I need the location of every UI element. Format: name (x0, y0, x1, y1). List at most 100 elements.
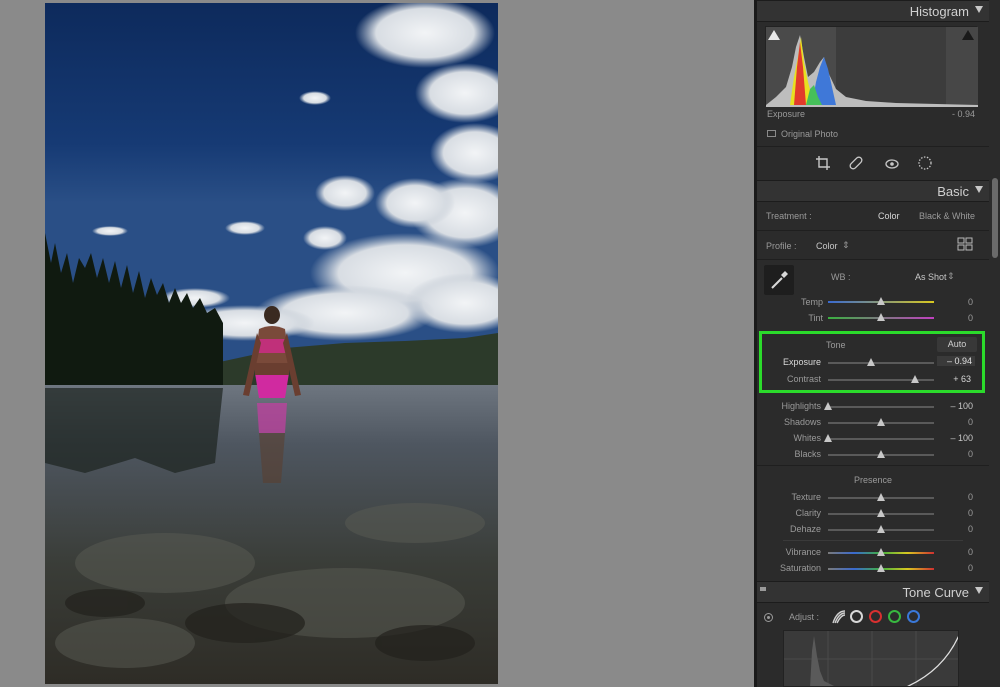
temp-value[interactable]: 0 (939, 297, 973, 307)
shadows-value[interactable]: 0 (939, 417, 973, 427)
contrast-slider-thumb[interactable] (910, 375, 919, 383)
lightroom-develop-window: Histogram Exposure - 0.94 Original Photo (0, 0, 1000, 687)
treatment-bw-option[interactable]: Black & White (919, 211, 975, 221)
section-divider (757, 465, 989, 466)
dehaze-value[interactable]: 0 (939, 524, 973, 534)
exposure-slider-thumb[interactable] (867, 358, 876, 366)
tint-slider-thumb[interactable] (877, 313, 885, 321)
saturation-value[interactable]: 0 (939, 563, 973, 573)
target-adjustment-icon[interactable] (764, 613, 773, 622)
tone-curve-graph[interactable] (783, 630, 959, 687)
shadows-slider-thumb[interactable] (877, 418, 885, 426)
collapse-triangle-icon[interactable] (975, 6, 983, 13)
whites-slider-track[interactable] (828, 438, 934, 440)
clarity-slider-thumb[interactable] (877, 509, 885, 517)
mask-icon[interactable] (917, 155, 933, 171)
presence-label: Presence (853, 475, 893, 485)
profile-label: Profile : (766, 241, 797, 251)
tool-strip (757, 150, 989, 178)
basic-title: Basic (937, 184, 969, 199)
exposure-label: Exposure (782, 357, 821, 367)
section-divider (757, 230, 989, 231)
highlight-clipping-triangle-icon[interactable] (962, 30, 974, 40)
exposure-slider-track[interactable] (828, 362, 934, 364)
blacks-slider-thumb[interactable] (877, 450, 885, 458)
wb-eyedropper-well[interactable] (764, 265, 794, 295)
tone-curve-title: Tone Curve (902, 585, 969, 600)
temp-label: Temp (800, 297, 823, 307)
histogram-readout-value: - 0.94 (951, 109, 975, 119)
crop-icon[interactable] (815, 155, 831, 171)
treatment-color-option[interactable]: Color (878, 211, 900, 221)
auto-button[interactable]: Auto (937, 337, 977, 352)
highlights-slider-thumb[interactable] (824, 402, 832, 410)
dehaze-label: Dehaze (789, 524, 821, 534)
contrast-value[interactable]: + 63 (937, 374, 971, 384)
section-divider (757, 259, 989, 260)
highlights-slider-track[interactable] (828, 406, 934, 408)
eyedropper-icon (771, 271, 788, 289)
wb-dropdown[interactable]: As Shot (915, 272, 947, 282)
vibrance-label: Vibrance (785, 547, 821, 557)
point-curve-red-icon[interactable] (869, 610, 882, 623)
histogram-header[interactable]: Histogram (757, 0, 989, 22)
point-curve-green-icon[interactable] (888, 610, 901, 623)
exposure-value[interactable]: – 0.94 (937, 356, 975, 366)
section-divider (757, 146, 989, 147)
parametric-curve-icon[interactable] (831, 609, 847, 625)
histogram-readout-label: Exposure (767, 109, 806, 119)
original-photo-checkbox[interactable] (767, 130, 776, 137)
clarity-value[interactable]: 0 (939, 508, 973, 518)
shadow-clipping-triangle-icon[interactable] (768, 30, 780, 40)
texture-slider-thumb[interactable] (877, 493, 885, 501)
shadows-label: Shadows (783, 417, 821, 427)
develop-right-panel: Histogram Exposure - 0.94 Original Photo (757, 0, 1000, 687)
histogram-plot (766, 27, 978, 107)
heal-icon[interactable] (848, 155, 864, 171)
texture-label: Texture (791, 492, 821, 502)
histogram-graph[interactable] (765, 26, 978, 107)
highlights-label: Highlights (781, 401, 821, 411)
tint-value[interactable]: 0 (939, 313, 973, 323)
point-curve-blue-icon[interactable] (907, 610, 920, 623)
blacks-label: Blacks (794, 449, 821, 459)
profile-browser-grid-icon[interactable] (957, 237, 973, 251)
whites-slider-thumb[interactable] (824, 434, 832, 442)
saturation-label: Saturation (779, 563, 821, 573)
clarity-label: Clarity (795, 508, 821, 518)
temp-slider-thumb[interactable] (877, 297, 885, 305)
vibrance-slider-thumb[interactable] (877, 548, 885, 556)
highlights-value[interactable]: – 100 (939, 401, 973, 411)
point-curve-rgb-icon[interactable] (850, 610, 863, 623)
photo-image (45, 3, 498, 684)
histogram-title: Histogram (909, 4, 969, 19)
photo-preview[interactable] (45, 3, 498, 684)
adjust-label: Adjust : (789, 612, 820, 622)
whites-value[interactable]: – 100 (939, 433, 973, 443)
tint-label: Tint (808, 313, 823, 323)
panel-scrollbar[interactable] (992, 178, 998, 258)
original-photo-label: Original Photo (781, 129, 839, 139)
tone-curve-header[interactable]: Tone Curve (757, 581, 989, 603)
image-canvas (0, 0, 754, 687)
tone-curve-switch-icon[interactable] (760, 587, 766, 591)
section-divider (783, 540, 963, 541)
treatment-label: Treatment : (766, 211, 812, 221)
wb-label: WB : (831, 272, 851, 282)
collapse-triangle-icon[interactable] (975, 587, 983, 594)
tone-label: Tone (826, 340, 846, 350)
profile-dropdown[interactable]: Color (816, 241, 838, 251)
tone-curve-plot (784, 631, 958, 686)
blacks-value[interactable]: 0 (939, 449, 973, 459)
wb-chevron-icon[interactable]: ⇕ (947, 271, 955, 282)
saturation-slider-thumb[interactable] (877, 564, 885, 572)
profile-chevron-icon[interactable]: ⇕ (842, 240, 850, 251)
basic-header[interactable]: Basic (757, 180, 989, 202)
vibrance-value[interactable]: 0 (939, 547, 973, 557)
whites-label: Whites (793, 433, 821, 443)
texture-value[interactable]: 0 (939, 492, 973, 502)
redeye-icon[interactable] (884, 155, 900, 171)
collapse-triangle-icon[interactable] (975, 186, 983, 193)
contrast-label: Contrast (786, 374, 821, 384)
dehaze-slider-thumb[interactable] (877, 525, 885, 533)
